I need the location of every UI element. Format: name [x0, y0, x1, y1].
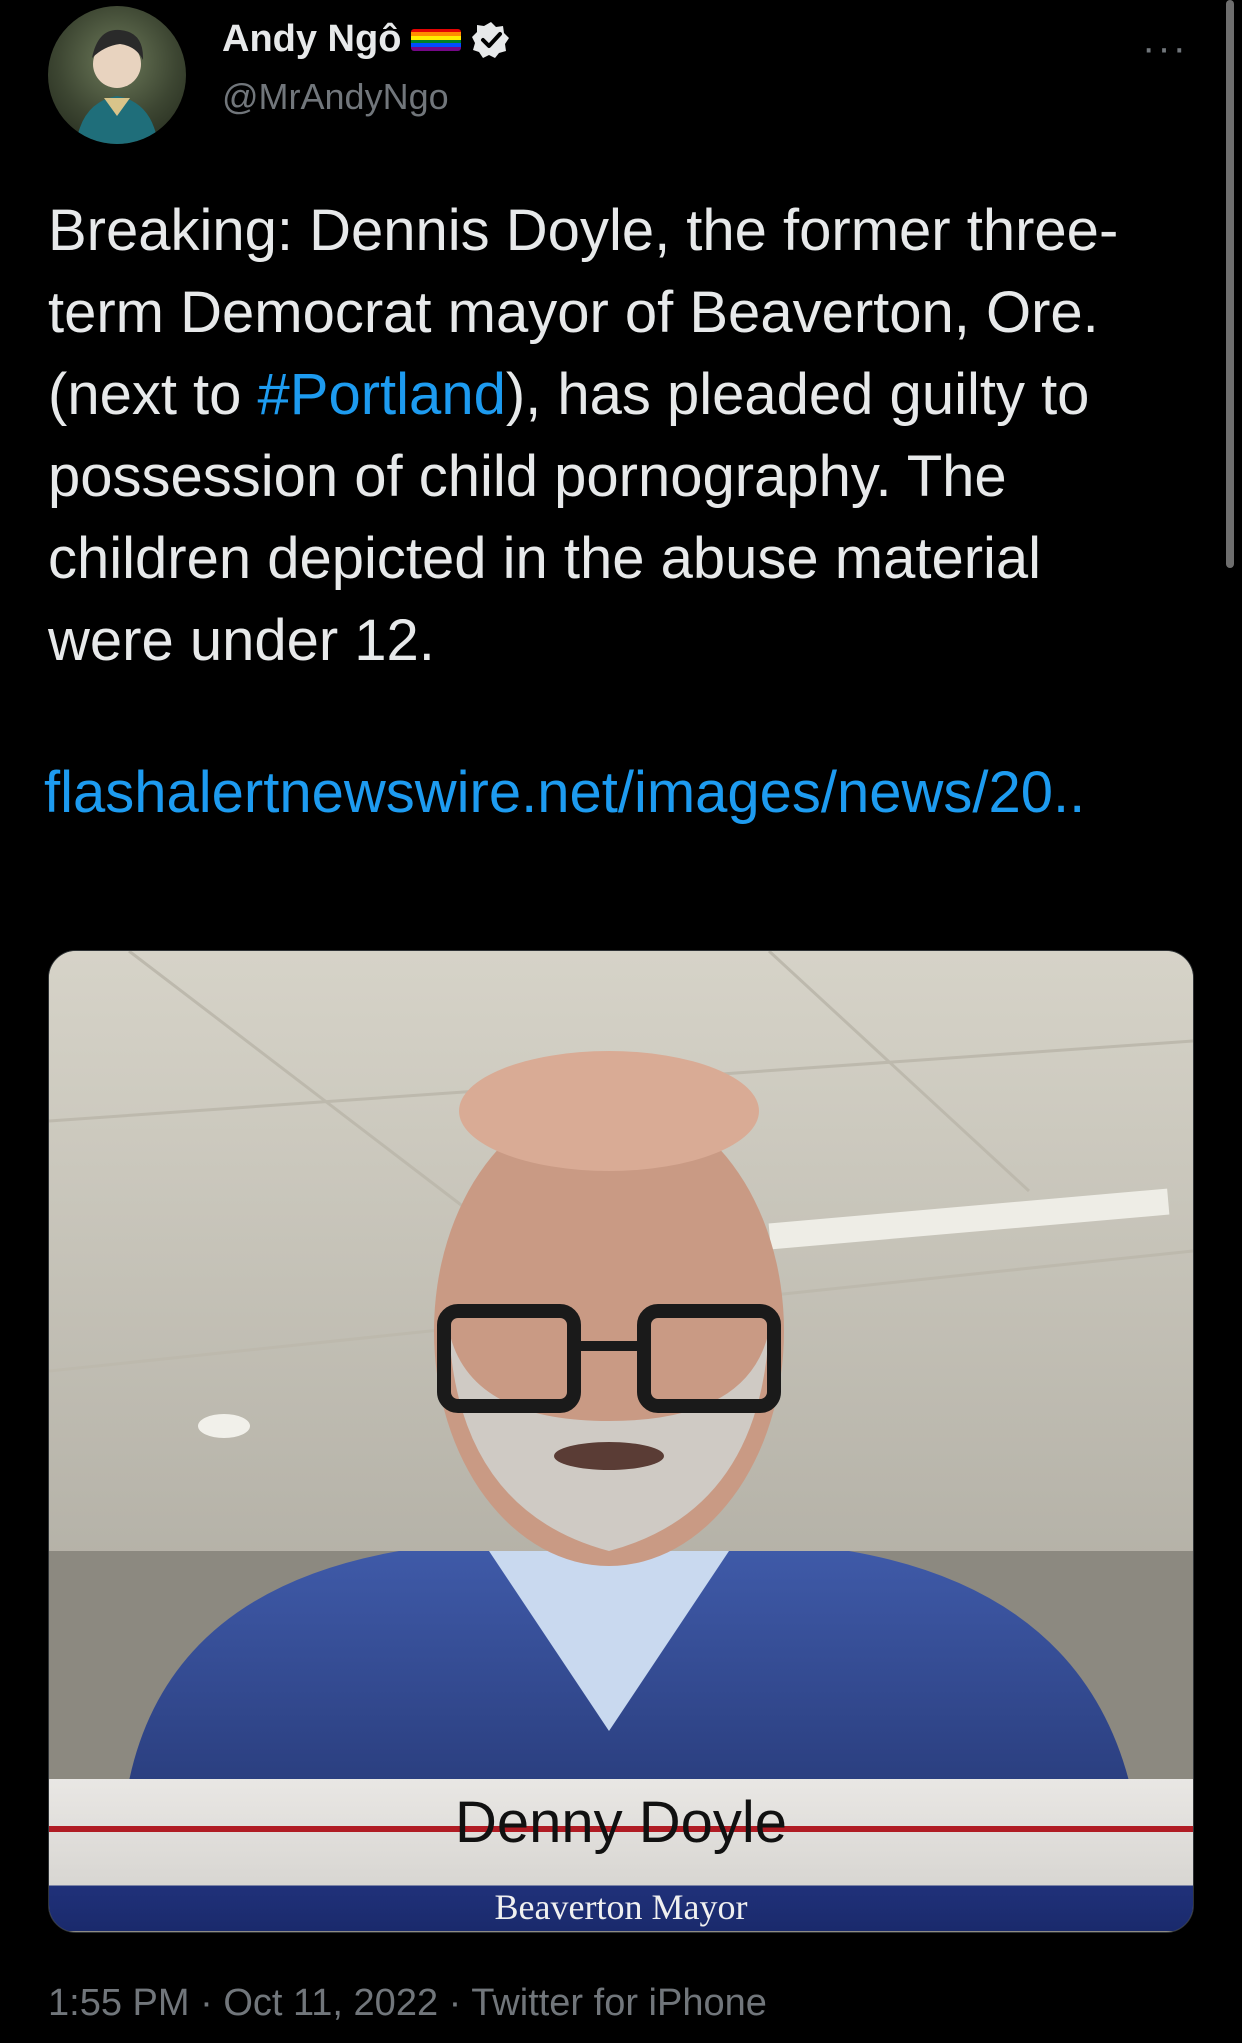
tweet-time[interactable]: 1:55 PM	[48, 1982, 190, 2024]
tweet-text: Breaking: Dennis Doyle, the former three…	[48, 190, 1178, 682]
avatar-illustration	[76, 29, 158, 144]
caption-name: Denny Doyle	[454, 1790, 788, 1855]
meta-separator: ·	[200, 1982, 224, 2024]
caption-title: Beaverton Mayor	[494, 1887, 748, 1927]
verified-badge-icon	[472, 21, 510, 58]
author-name[interactable]: Andy Ngô	[222, 18, 401, 61]
scrollbar-thumb[interactable]	[1226, 0, 1234, 568]
tweet-url-link[interactable]: flashalertnewswire.net/images/news/20..	[44, 752, 1194, 834]
avatar[interactable]	[48, 6, 186, 144]
meta-separator: ·	[448, 1982, 472, 2024]
author-row: Andy Ngô	[222, 18, 511, 61]
author-handle[interactable]: @MrAndyNgo	[222, 76, 449, 118]
tweet-metadata: 1:55 PM · Oct 11, 2022 · Twitter for iPh…	[48, 1982, 767, 2025]
hashtag-link[interactable]: #Portland	[258, 362, 506, 427]
tweet-date[interactable]: Oct 11, 2022	[223, 1982, 438, 2024]
tweet-source[interactable]: Twitter for iPhone	[471, 1982, 767, 2024]
more-options-icon[interactable]: ···	[1142, 26, 1188, 71]
tweet-media-image[interactable]: Denny Doyle Beaverton Mayor	[48, 950, 1194, 1933]
media-scene	[49, 951, 1193, 1781]
rainbow-flag-icon	[411, 28, 462, 51]
